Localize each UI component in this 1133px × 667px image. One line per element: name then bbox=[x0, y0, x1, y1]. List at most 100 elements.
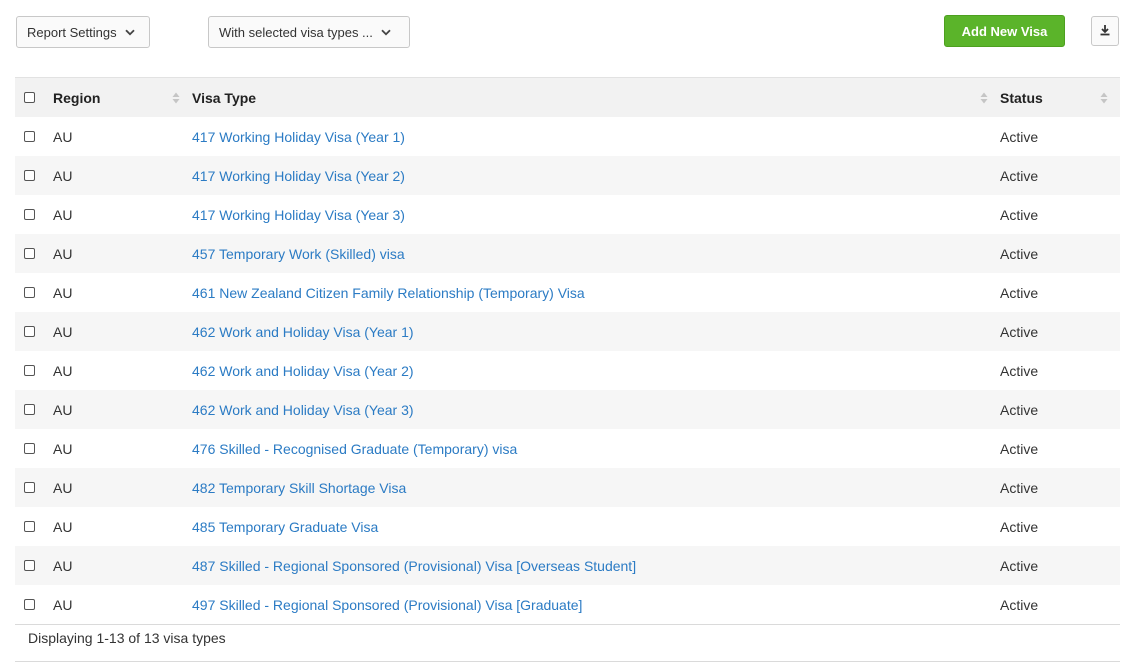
row-select-cell bbox=[15, 429, 53, 468]
visa-type-link[interactable]: 487 Skilled - Regional Sponsored (Provis… bbox=[192, 558, 636, 574]
row-checkbox[interactable] bbox=[24, 404, 35, 415]
status-cell: Active bbox=[1000, 479, 1039, 496]
select-all-checkbox[interactable] bbox=[24, 92, 35, 103]
visa-type-cell: 417 Working Holiday Visa (Year 3) bbox=[192, 195, 1000, 234]
bulk-action-label: With selected visa types ... bbox=[219, 24, 373, 40]
row-checkbox[interactable] bbox=[24, 326, 35, 337]
visa-type-link[interactable]: 417 Working Holiday Visa (Year 2) bbox=[192, 168, 405, 184]
status-cell: Active bbox=[1000, 596, 1039, 613]
status-cell: Active bbox=[1000, 128, 1039, 145]
sort-icon[interactable] bbox=[172, 92, 180, 104]
visa-type-cell: 485 Temporary Graduate Visa bbox=[192, 507, 1000, 546]
toolbar: Report Settings With selected visa types… bbox=[0, 0, 1133, 70]
report-settings-label: Report Settings bbox=[27, 24, 117, 40]
visa-type-link[interactable]: 485 Temporary Graduate Visa bbox=[192, 519, 378, 535]
visa-type-link[interactable]: 462 Work and Holiday Visa (Year 2) bbox=[192, 363, 414, 379]
visa-type-link[interactable]: 457 Temporary Work (Skilled) visa bbox=[192, 246, 405, 262]
table-row: AU 417 Working Holiday Visa (Year 3) Act… bbox=[15, 195, 1120, 234]
chevron-down-icon bbox=[381, 29, 391, 36]
row-checkbox[interactable] bbox=[24, 170, 35, 181]
region-header-label: Region bbox=[53, 89, 101, 106]
chevron-down-icon bbox=[124, 29, 135, 36]
row-checkbox[interactable] bbox=[24, 560, 35, 571]
region-cell: AU bbox=[53, 167, 73, 184]
report-settings-dropdown[interactable]: Report Settings bbox=[16, 16, 150, 48]
visa-type-link[interactable]: 462 Work and Holiday Visa (Year 1) bbox=[192, 324, 414, 340]
visa-type-link[interactable]: 476 Skilled - Recognised Graduate (Tempo… bbox=[192, 441, 517, 457]
visa-type-cell: 417 Working Holiday Visa (Year 1) bbox=[192, 117, 1000, 156]
visa-type-cell: 487 Skilled - Regional Sponsored (Provis… bbox=[192, 546, 1000, 585]
visa-type-cell: 461 New Zealand Citizen Family Relations… bbox=[192, 273, 1000, 312]
row-checkbox[interactable] bbox=[24, 365, 35, 376]
table-row: AU 417 Working Holiday Visa (Year 1) Act… bbox=[15, 117, 1120, 156]
status-cell: Active bbox=[1000, 401, 1039, 418]
visa-type-cell: 462 Work and Holiday Visa (Year 2) bbox=[192, 351, 1000, 390]
download-button[interactable] bbox=[1091, 16, 1119, 46]
table-row: AU 485 Temporary Graduate Visa Active bbox=[15, 507, 1120, 546]
footer-divider bbox=[15, 661, 1120, 662]
visa-type-cell: 497 Skilled - Regional Sponsored (Provis… bbox=[192, 585, 1000, 625]
row-checkbox[interactable] bbox=[24, 248, 35, 259]
row-select-cell bbox=[15, 507, 53, 546]
status-cell: Active bbox=[1000, 167, 1039, 184]
status-cell: Active bbox=[1000, 440, 1039, 457]
visa-type-link[interactable]: 497 Skilled - Regional Sponsored (Provis… bbox=[192, 597, 582, 613]
column-header-visa-type[interactable]: Visa Type bbox=[192, 78, 1000, 118]
visa-type-link[interactable]: 482 Temporary Skill Shortage Visa bbox=[192, 480, 406, 496]
visa-type-cell: 476 Skilled - Recognised Graduate (Tempo… bbox=[192, 429, 1000, 468]
visa-type-header-label: Visa Type bbox=[192, 89, 257, 106]
visa-types-table: Region Visa Type Status AU 417 Working H… bbox=[15, 77, 1120, 625]
column-header-region[interactable]: Region bbox=[53, 78, 192, 118]
column-header-status[interactable]: Status bbox=[1000, 78, 1120, 118]
row-checkbox[interactable] bbox=[24, 599, 35, 610]
select-all-cell bbox=[15, 78, 53, 118]
status-cell: Active bbox=[1000, 206, 1039, 223]
row-select-cell bbox=[15, 234, 53, 273]
visa-type-link[interactable]: 417 Working Holiday Visa (Year 1) bbox=[192, 129, 405, 145]
visa-type-link[interactable]: 461 New Zealand Citizen Family Relations… bbox=[192, 285, 585, 301]
table-row: AU 461 New Zealand Citizen Family Relati… bbox=[15, 273, 1120, 312]
region-cell: AU bbox=[53, 557, 73, 574]
table-header-row: Region Visa Type Status bbox=[15, 77, 1120, 118]
visa-type-cell: 457 Temporary Work (Skilled) visa bbox=[192, 234, 1000, 273]
table-row: AU 462 Work and Holiday Visa (Year 1) Ac… bbox=[15, 312, 1120, 351]
bulk-action-dropdown[interactable]: With selected visa types ... bbox=[208, 16, 410, 48]
row-select-cell bbox=[15, 312, 53, 351]
status-header-label: Status bbox=[1000, 89, 1043, 106]
visa-type-link[interactable]: 462 Work and Holiday Visa (Year 3) bbox=[192, 402, 414, 418]
row-select-cell bbox=[15, 195, 53, 234]
row-checkbox[interactable] bbox=[24, 131, 35, 142]
row-checkbox[interactable] bbox=[24, 521, 35, 532]
row-checkbox[interactable] bbox=[24, 209, 35, 220]
status-cell: Active bbox=[1000, 323, 1039, 340]
status-cell: Active bbox=[1000, 557, 1039, 574]
region-cell: AU bbox=[53, 401, 73, 418]
pagination-summary: Displaying 1-13 of 13 visa types bbox=[28, 630, 226, 646]
row-select-cell bbox=[15, 546, 53, 585]
status-cell: Active bbox=[1000, 518, 1039, 535]
row-select-cell bbox=[15, 351, 53, 390]
table-row: AU 497 Skilled - Regional Sponsored (Pro… bbox=[15, 585, 1120, 625]
table-row: AU 482 Temporary Skill Shortage Visa Act… bbox=[15, 468, 1120, 507]
add-new-visa-button[interactable]: Add New Visa bbox=[944, 15, 1065, 47]
visa-type-link[interactable]: 417 Working Holiday Visa (Year 3) bbox=[192, 207, 405, 223]
table-row: AU 417 Working Holiday Visa (Year 2) Act… bbox=[15, 156, 1120, 195]
region-cell: AU bbox=[53, 518, 73, 535]
table-row: AU 457 Temporary Work (Skilled) visa Act… bbox=[15, 234, 1120, 273]
region-cell: AU bbox=[53, 284, 73, 301]
row-select-cell bbox=[15, 273, 53, 312]
visa-type-cell: 462 Work and Holiday Visa (Year 1) bbox=[192, 312, 1000, 351]
status-cell: Active bbox=[1000, 284, 1039, 301]
row-checkbox[interactable] bbox=[24, 482, 35, 493]
table-row: AU 487 Skilled - Regional Sponsored (Pro… bbox=[15, 546, 1120, 585]
row-checkbox[interactable] bbox=[24, 287, 35, 298]
sort-icon[interactable] bbox=[980, 92, 988, 104]
row-select-cell bbox=[15, 390, 53, 429]
region-cell: AU bbox=[53, 596, 73, 613]
region-cell: AU bbox=[53, 362, 73, 379]
status-cell: Active bbox=[1000, 362, 1039, 379]
status-cell: Active bbox=[1000, 245, 1039, 262]
sort-icon[interactable] bbox=[1100, 92, 1108, 104]
visa-type-cell: 417 Working Holiday Visa (Year 2) bbox=[192, 156, 1000, 195]
row-checkbox[interactable] bbox=[24, 443, 35, 454]
